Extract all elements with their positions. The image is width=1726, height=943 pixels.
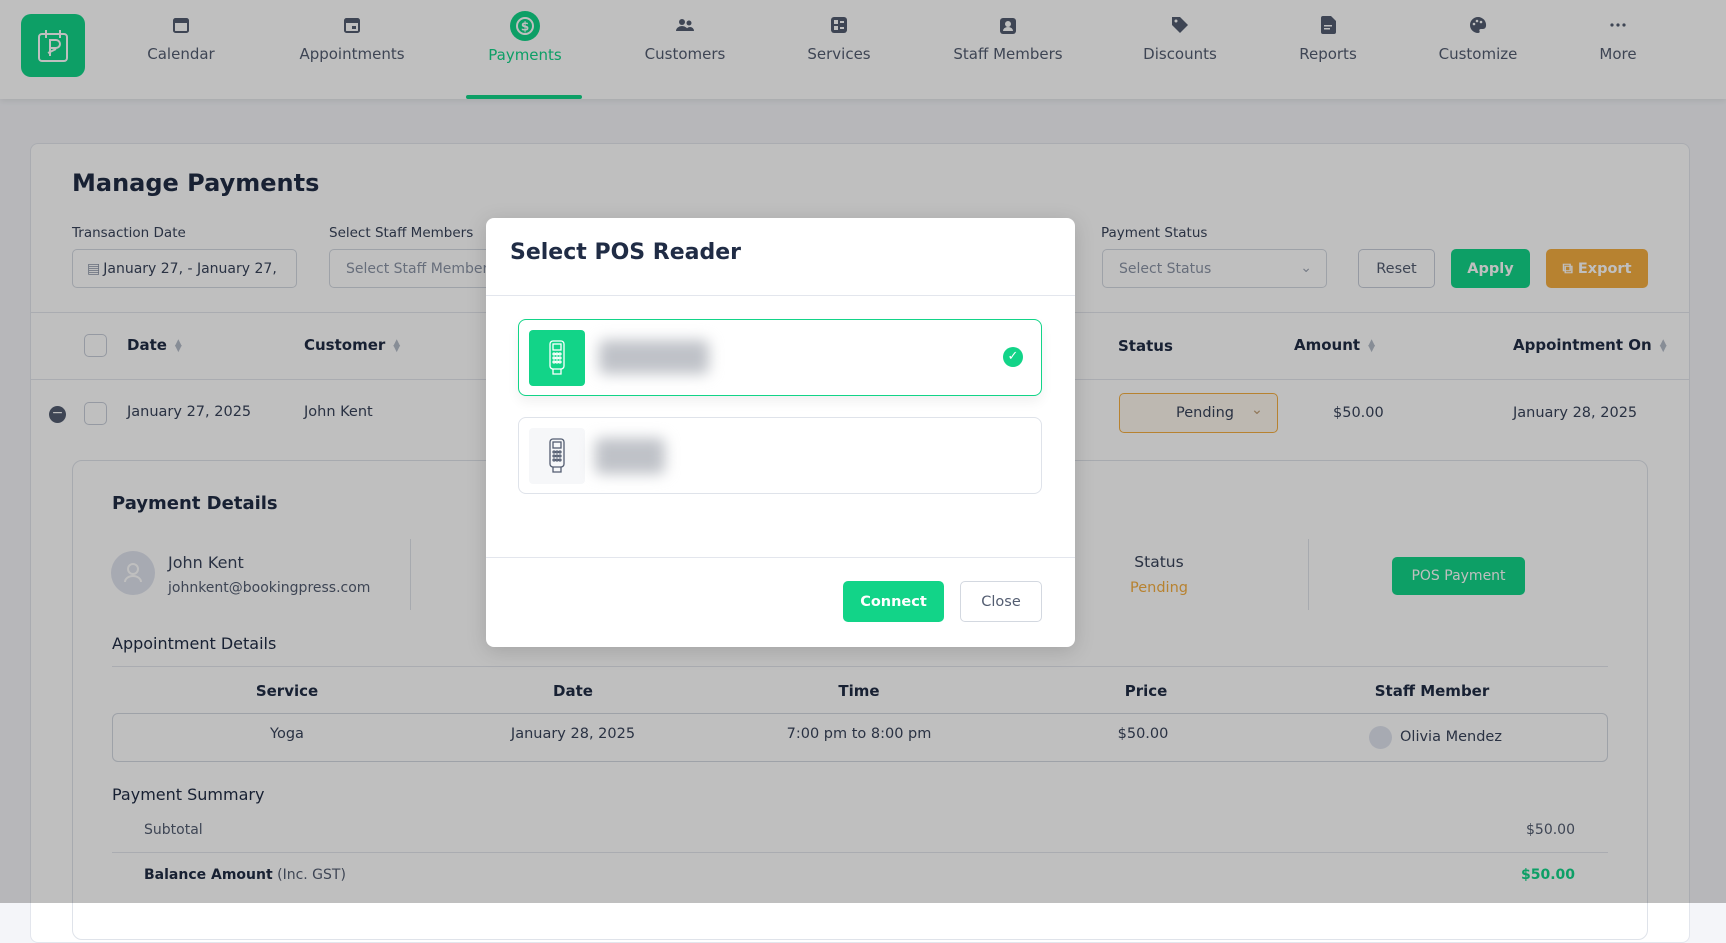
dialog-title: Select POS Reader: [510, 240, 741, 265]
pos-reader-option-selected[interactable]: ✓: [518, 319, 1042, 396]
divider: [486, 295, 1075, 296]
close-button[interactable]: Close: [960, 581, 1042, 622]
check-circle-icon: ✓: [1003, 347, 1023, 367]
select-pos-reader-dialog: Select POS Reader ✓ Connect Close: [486, 218, 1075, 647]
pos-reader-option[interactable]: [518, 417, 1042, 494]
reader-name-redacted: [595, 438, 665, 474]
divider: [486, 557, 1075, 558]
connect-button[interactable]: Connect: [843, 581, 944, 622]
pos-terminal-icon: [529, 330, 585, 386]
pos-terminal-icon: [529, 428, 585, 484]
reader-name-redacted: [599, 340, 709, 374]
